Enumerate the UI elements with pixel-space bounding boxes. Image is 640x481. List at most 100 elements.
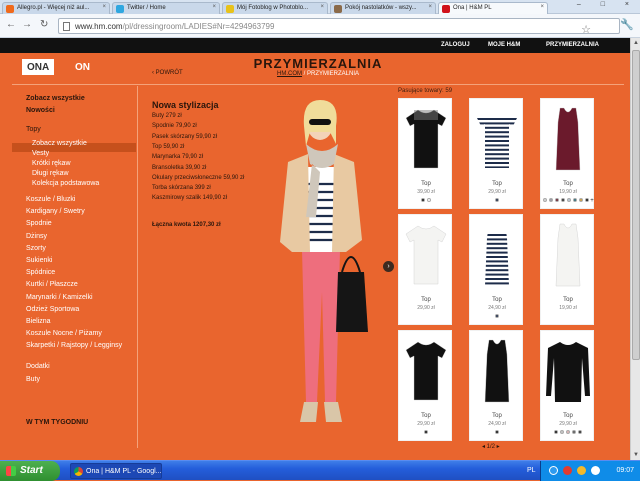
security-icon[interactable]: [563, 466, 572, 475]
product-card[interactable]: Top 29,90 zł: [540, 330, 594, 441]
color-swatch[interactable]: [421, 198, 425, 202]
sidebar-category-item[interactable]: Sukienki: [26, 257, 52, 264]
back-link[interactable]: ‹ POWRÓT: [152, 70, 183, 76]
pagination[interactable]: ◂ 1/2 ▸: [482, 443, 500, 450]
tab-close-icon[interactable]: ×: [102, 4, 106, 10]
address-bar[interactable]: www.hm.com/pl/dressingroom/LADIES#Nr=429…: [58, 18, 620, 36]
sidebar-category-item[interactable]: Buty: [26, 376, 40, 383]
sidebar-category-item[interactable]: Spódnice: [26, 269, 55, 276]
sidebar-new[interactable]: Nowości: [26, 107, 55, 114]
language-indicator[interactable]: PL: [527, 467, 536, 474]
outfit-item[interactable]: Top 59,90 zł: [152, 144, 184, 150]
next-look-arrow-icon[interactable]: ›: [383, 261, 394, 272]
product-card[interactable]: Top 29,90 zł: [398, 214, 452, 325]
sidebar-category-item[interactable]: Dżinsy: [26, 233, 47, 240]
tab-close-icon[interactable]: ×: [428, 4, 432, 10]
taskbar-window-button[interactable]: Ona | H&M PL - Googl...: [70, 463, 162, 479]
gender-tab-men[interactable]: ON: [70, 59, 95, 75]
product-card[interactable]: Top 19,90 zł +: [540, 98, 594, 209]
color-swatch[interactable]: [424, 430, 428, 434]
more-colors[interactable]: +: [590, 198, 594, 204]
product-card[interactable]: Top 39,90 zł: [398, 98, 452, 209]
color-swatch[interactable]: [561, 198, 566, 202]
tab-close-icon[interactable]: ×: [212, 4, 216, 10]
browser-tab[interactable]: Mój Fotoblog w Photoblo... ×: [222, 2, 328, 14]
color-swatch[interactable]: [566, 430, 570, 434]
clock[interactable]: 09:07: [616, 467, 634, 474]
outfit-item[interactable]: Pasek skórzany 59,90 zł: [152, 134, 217, 140]
browser-tab[interactable]: Ona | H&M PL ×: [438, 2, 548, 14]
my-hm-link[interactable]: MOJE H&M: [488, 42, 520, 48]
color-swatch[interactable]: [549, 198, 554, 202]
sidebar-this-week[interactable]: W TYM TYGODNIU: [26, 419, 88, 426]
wrench-menu-icon[interactable]: 🔧: [620, 18, 634, 31]
product-card[interactable]: Top 24,90 zł: [469, 214, 523, 325]
sidebar-category-item[interactable]: Spodnie: [26, 220, 52, 227]
color-swatch[interactable]: [427, 198, 431, 202]
product-card[interactable]: Top 19,90 zł: [540, 214, 594, 325]
color-swatch[interactable]: [579, 198, 584, 202]
sidebar-category-item[interactable]: Marynarki / Kamizelki: [26, 294, 93, 301]
sidebar-tops-sub-item[interactable]: Kolekcja podstawowa: [32, 180, 99, 187]
outfit-item[interactable]: Buty 279 zł: [152, 113, 182, 119]
color-swatch[interactable]: [554, 430, 558, 434]
fitting-room-link[interactable]: PRZYMIERZALNIA: [546, 42, 599, 48]
product-card[interactable]: Top 29,90 zł: [469, 98, 523, 209]
network-icon[interactable]: [549, 466, 558, 475]
browser-tab[interactable]: Allegro.pl - Więcej niż aul... ×: [2, 2, 110, 14]
sidebar-category-item[interactable]: Bielizna: [26, 318, 51, 325]
outfit-item[interactable]: Okulary przeciwsłoneczne 59,90 zł: [152, 175, 244, 181]
color-swatch[interactable]: [555, 198, 560, 202]
update-icon[interactable]: [577, 466, 586, 475]
tab-close-icon[interactable]: ×: [540, 4, 544, 10]
scroll-up-icon[interactable]: ▲: [632, 40, 640, 46]
sidebar-tops-sub-item[interactable]: Długi rękaw: [32, 170, 69, 177]
outfit-item[interactable]: Bransoletka 39,90 zł: [152, 165, 206, 171]
outfit-item[interactable]: Spodnie 79,90 zł: [152, 123, 197, 129]
sidebar-tops-sub-item[interactable]: Vesty: [32, 150, 49, 157]
page-scrollbar[interactable]: ▲ ▼: [630, 38, 640, 460]
product-card[interactable]: Top 24,90 zł: [469, 330, 523, 441]
scroll-down-icon[interactable]: ▼: [632, 452, 640, 458]
window-controls[interactable]: – □ ×: [577, 1, 638, 8]
product-card[interactable]: Top 29,90 zł: [398, 330, 452, 441]
color-swatch[interactable]: [495, 198, 499, 202]
sidebar-category-item[interactable]: Odzież Sportowa: [26, 306, 79, 313]
color-swatch[interactable]: [572, 430, 576, 434]
sidebar-category-item[interactable]: Skarpetki / Rajstopy / Legginsy: [26, 342, 122, 349]
forward-arrow-icon[interactable]: →: [22, 19, 32, 30]
outfit-item[interactable]: Marynarka 79,90 zł: [152, 154, 203, 160]
sidebar-category-item[interactable]: Szorty: [26, 245, 46, 252]
reload-icon[interactable]: ↻: [40, 19, 48, 30]
login-link[interactable]: ZALOGUJ: [441, 42, 470, 48]
browser-tab[interactable]: Twitter / Home ×: [112, 2, 220, 14]
scrollbar-thumb[interactable]: [632, 50, 640, 360]
color-swatch[interactable]: [560, 430, 564, 434]
breadcrumb-home[interactable]: HM.COM: [277, 71, 302, 77]
sidebar-tops[interactable]: Topy: [26, 126, 41, 133]
color-swatch[interactable]: [495, 314, 499, 318]
color-swatch[interactable]: [585, 198, 590, 202]
color-swatch[interactable]: [578, 430, 582, 434]
sidebar-tops-sub-item[interactable]: Krótki rękaw: [32, 160, 71, 167]
color-swatch[interactable]: [495, 430, 499, 434]
sidebar-category-item[interactable]: Koszule / Bluzki: [26, 196, 75, 203]
back-arrow-icon[interactable]: ←: [6, 19, 16, 30]
sidebar-category-item[interactable]: Kardigany / Swetry: [26, 208, 85, 215]
outfit-item[interactable]: Kaszmirowy szalik 149,90 zł: [152, 195, 227, 201]
sidebar-category-item[interactable]: Dodatki: [26, 363, 50, 370]
color-swatch[interactable]: [567, 198, 572, 202]
bookmark-star-icon[interactable]: ☆: [581, 23, 591, 36]
outfit-item[interactable]: Torba skórzana 399 zł: [152, 185, 211, 191]
sidebar-category-item[interactable]: Koszule Nocne / Piżamy: [26, 330, 102, 337]
color-swatch[interactable]: [573, 198, 578, 202]
tab-close-icon[interactable]: ×: [320, 4, 324, 10]
start-button[interactable]: Start: [0, 461, 60, 481]
browser-tab[interactable]: Pokój nastolatków - wszy... ×: [330, 2, 436, 14]
gender-tab-women[interactable]: ONA: [22, 59, 55, 75]
sidebar-tops-sub-item[interactable]: Zobacz wszystkie: [32, 140, 87, 147]
sidebar-see-all[interactable]: Zobacz wszystkie: [26, 95, 85, 102]
volume-icon[interactable]: [591, 466, 600, 475]
sidebar-category-item[interactable]: Kurtki / Płaszcze: [26, 281, 78, 288]
color-swatch[interactable]: [543, 198, 548, 202]
